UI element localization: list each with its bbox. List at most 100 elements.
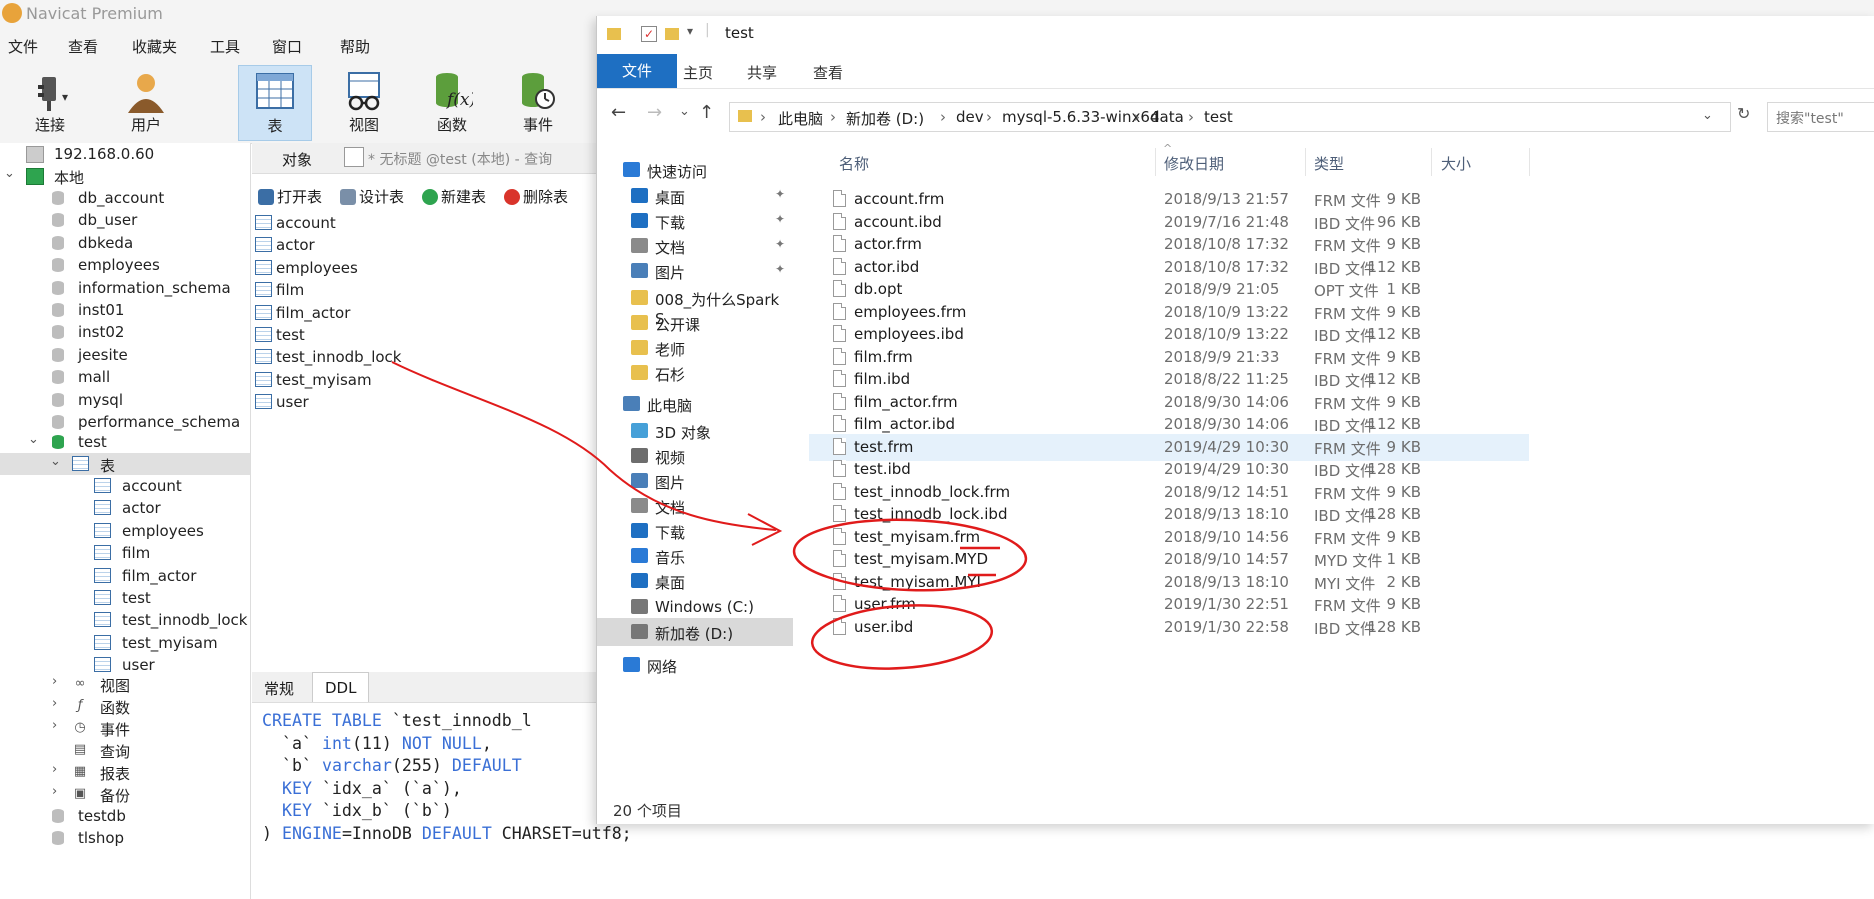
nav-item[interactable]: 快速访问 <box>597 156 793 184</box>
nav-item[interactable]: 老师 <box>597 334 793 362</box>
design-table-button[interactable]: 设计表 <box>340 186 404 207</box>
tree-table-account[interactable]: account <box>0 475 250 497</box>
breadcrumb-this-pc[interactable]: 此电脑 <box>778 108 823 129</box>
object-list-item[interactable]: film <box>252 279 602 301</box>
tree-db-db_user[interactable]: db_user <box>0 209 250 231</box>
back-arrow-icon[interactable]: ← <box>611 102 626 123</box>
chevron-right-icon[interactable]: › <box>52 784 57 799</box>
object-list-item[interactable]: employees <box>252 257 602 279</box>
tree-db-mysql[interactable]: mysql <box>0 389 250 411</box>
nav-item[interactable]: 图片 ✦ <box>597 257 793 285</box>
up-arrow-icon[interactable]: ↑ <box>699 102 714 123</box>
chevron-down-icon[interactable]: ⌄ <box>4 166 15 181</box>
breadcrumb-drive-d[interactable]: 新加卷 (D:) <box>846 108 924 129</box>
tree-connection-local[interactable]: ⌄ 本地 <box>0 165 250 187</box>
menu-tools[interactable]: 工具 <box>210 36 240 57</box>
breadcrumb-test[interactable]: test <box>1204 108 1233 126</box>
nav-item[interactable]: 下载 ✦ <box>597 207 793 235</box>
tree-table-actor[interactable]: actor <box>0 497 250 519</box>
recent-dropdown-icon[interactable]: ⌄ <box>679 104 690 119</box>
tree-connection-remote[interactable]: 192.168.0.60 <box>0 143 250 165</box>
object-list-item[interactable]: film_actor <box>252 302 602 324</box>
column-date[interactable]: 修改日期 <box>1164 153 1224 174</box>
menu-help[interactable]: 帮助 <box>340 36 370 57</box>
menu-favorites[interactable]: 收藏夹 <box>132 36 177 57</box>
new-table-button[interactable]: 新建表 <box>422 186 486 207</box>
nav-item[interactable]: 图片 <box>597 467 793 495</box>
nav-item[interactable]: 下载 <box>597 517 793 545</box>
object-list-item[interactable]: account <box>252 212 602 234</box>
tree-queries-node[interactable]: ▤ 查询 <box>0 739 250 761</box>
tab-general[interactable]: 常规 <box>264 678 294 699</box>
chevron-right-icon[interactable]: › <box>52 696 57 711</box>
menu-file[interactable]: 文件 <box>8 36 38 57</box>
tree-reports-node[interactable]: › ▦ 报表 <box>0 761 250 783</box>
refresh-icon[interactable]: ↻ <box>1737 104 1750 123</box>
nav-item[interactable]: 网络 <box>597 651 793 679</box>
nav-item[interactable]: 石杉 <box>597 359 793 387</box>
tree-db-performance_schema[interactable]: performance_schema <box>0 411 250 433</box>
nav-item[interactable]: 此电脑 <box>597 390 793 418</box>
chevron-down-icon[interactable]: ⌄ <box>28 432 39 447</box>
tree-tables-node[interactable]: ⌄ 表 <box>0 453 250 475</box>
tree-db-mall[interactable]: mall <box>0 366 250 388</box>
search-box[interactable]: 搜索"test" <box>1767 102 1874 132</box>
properties-check-icon[interactable]: ✓ <box>641 26 657 42</box>
tree-db-information_schema[interactable]: information_schema <box>0 277 250 299</box>
nav-item[interactable]: 公开课 <box>597 309 793 337</box>
connect-button[interactable]: ▾ 连接 <box>14 65 86 139</box>
ribbon-tab-file[interactable]: 文件 <box>597 54 677 88</box>
tree-db-employees[interactable]: employees <box>0 254 250 276</box>
column-name[interactable]: 名称 <box>839 153 869 174</box>
tree-db-dbkeda[interactable]: dbkeda <box>0 232 250 254</box>
tab-query[interactable]: * 无标题 @test (本地) - 查询 <box>368 149 552 169</box>
nav-item[interactable]: 文档 ✦ <box>597 232 793 260</box>
delete-table-button[interactable]: 删除表 <box>504 186 568 207</box>
tree-db-testdb[interactable]: testdb <box>0 805 250 827</box>
breadcrumb-dev[interactable]: dev <box>956 108 984 126</box>
tree-views-node[interactable]: › ∞ 视图 <box>0 673 250 695</box>
chevron-right-icon[interactable]: › <box>52 674 57 689</box>
quick-access-dropdown-icon[interactable]: ▾ <box>687 24 693 38</box>
user-button[interactable]: 用户 <box>110 65 182 139</box>
chevron-right-icon[interactable]: › <box>52 718 57 733</box>
nav-item[interactable]: Windows (C:) <box>597 593 793 621</box>
tree-table-test_innodb_lock[interactable]: test_innodb_lock <box>0 609 250 631</box>
tree-db-jeesite[interactable]: jeesite <box>0 344 250 366</box>
nav-item[interactable]: 008_为什么Spark S <box>597 284 793 328</box>
nav-item[interactable]: 桌面 ✦ <box>597 182 793 210</box>
tree-table-employees[interactable]: employees <box>0 520 250 542</box>
view-button[interactable]: 视图 <box>328 65 400 139</box>
object-list-item[interactable]: test_myisam <box>252 369 602 391</box>
ribbon-tab-share[interactable]: 共享 <box>747 62 777 83</box>
menu-window[interactable]: 窗口 <box>272 36 302 57</box>
menu-view[interactable]: 查看 <box>68 36 98 57</box>
tree-table-test[interactable]: test <box>0 587 250 609</box>
tree-table-film[interactable]: film <box>0 542 250 564</box>
object-list-item[interactable]: test_innodb_lock <box>252 346 602 368</box>
new-folder-icon[interactable] <box>665 28 679 40</box>
nav-item[interactable]: 新加卷 (D:) <box>597 618 793 646</box>
tree-db-test[interactable]: ⌄ test <box>0 431 250 453</box>
tab-ddl[interactable]: DDL <box>312 672 370 702</box>
forward-arrow-icon[interactable]: → <box>647 102 662 123</box>
function-button[interactable]: f(x) 函数 <box>416 65 488 139</box>
column-type[interactable]: 类型 <box>1314 153 1344 174</box>
address-bar[interactable]: › 此电脑 › 新加卷 (D:) › dev › mysql-5.6.33-wi… <box>729 102 1731 132</box>
column-size[interactable]: 大小 <box>1441 153 1471 174</box>
object-list-item[interactable]: test <box>252 324 602 346</box>
chevron-right-icon[interactable]: › <box>52 762 57 777</box>
breadcrumb-data[interactable]: data <box>1150 108 1184 126</box>
nav-item[interactable]: 3D 对象 <box>597 417 793 445</box>
tree-db-inst02[interactable]: inst02 <box>0 321 250 343</box>
tree-db-inst01[interactable]: inst01 <box>0 299 250 321</box>
nav-item[interactable]: 文档 <box>597 492 793 520</box>
ribbon-tab-home[interactable]: 主页 <box>683 62 713 83</box>
tree-functions-node[interactable]: › ƒ 函数 <box>0 695 250 717</box>
open-table-button[interactable]: 打开表 <box>258 186 322 207</box>
event-button[interactable]: 事件 <box>502 65 574 139</box>
address-dropdown-icon[interactable]: ⌄ <box>1702 108 1713 123</box>
file-row[interactable]: user.ibd 2019/1/30 22:58 IBD 文件 128 KB <box>809 614 1529 641</box>
nav-item[interactable]: 桌面 <box>597 567 793 595</box>
chevron-down-icon[interactable]: ⌄ <box>50 454 61 469</box>
